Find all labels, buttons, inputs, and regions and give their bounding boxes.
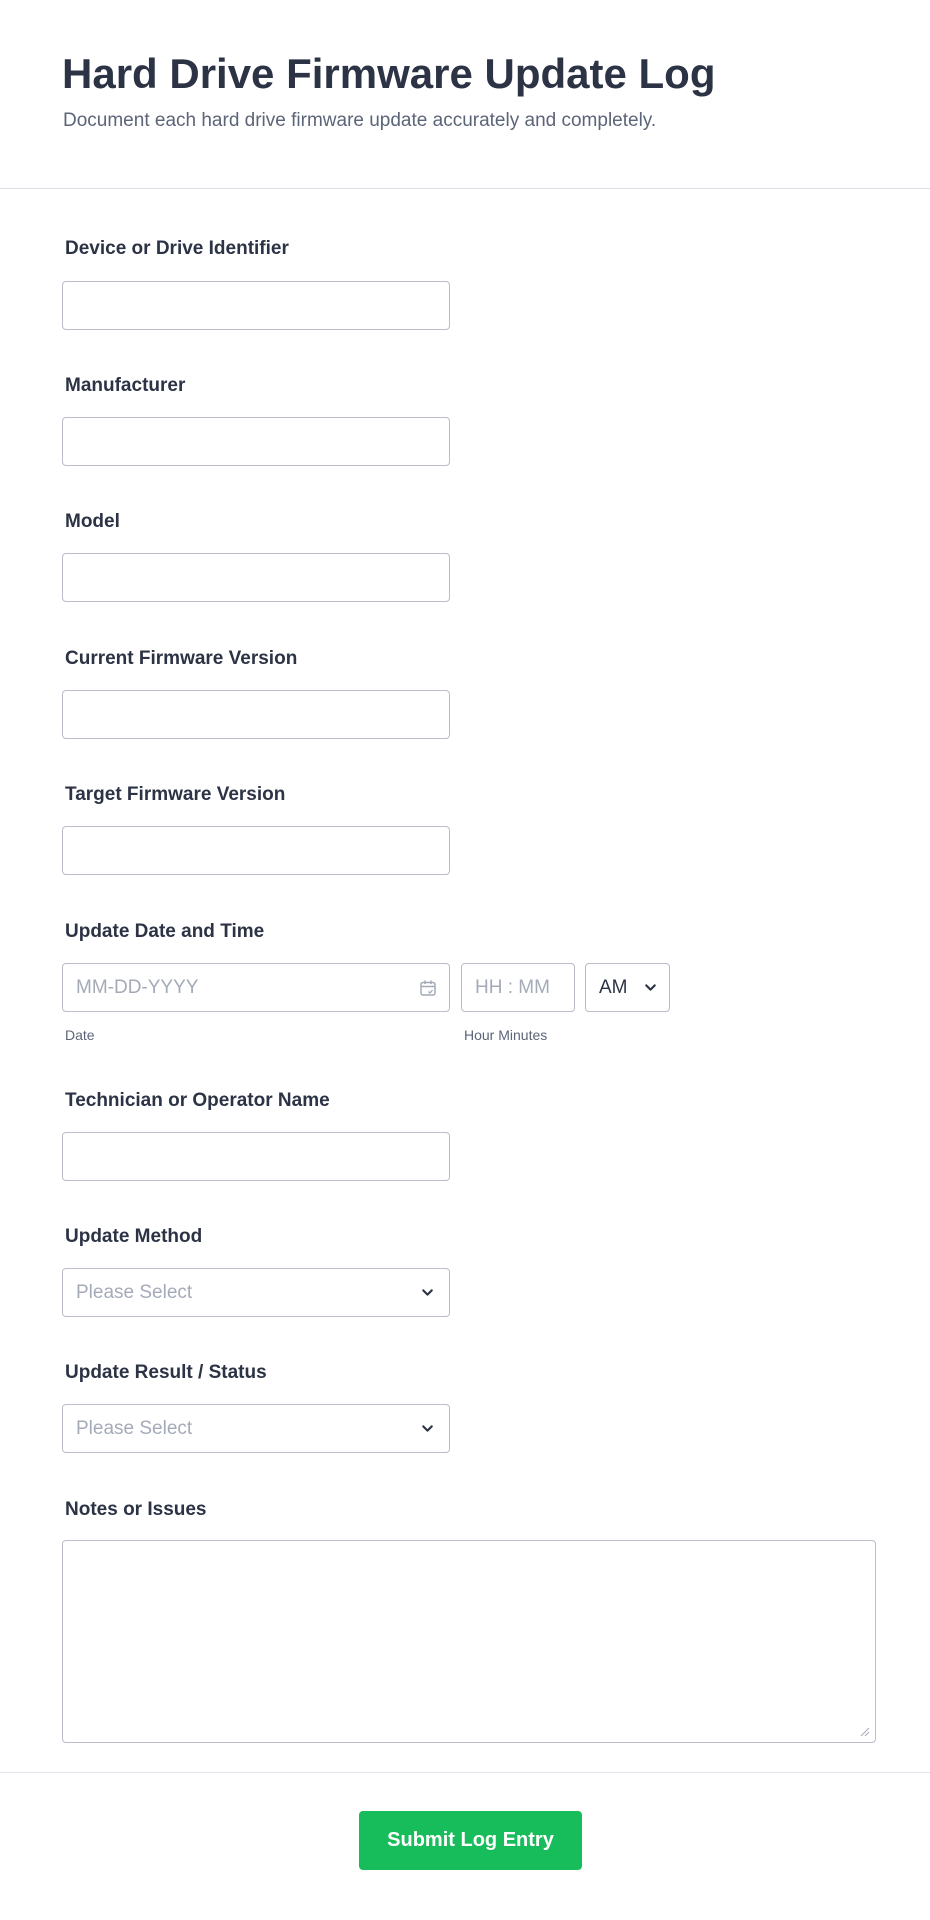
ampm-select[interactable]: AM <box>585 963 670 1012</box>
current-firmware-label: Current Firmware Version <box>65 648 298 669</box>
target-firmware-input[interactable] <box>62 826 450 875</box>
device-identifier-label: Device or Drive Identifier <box>65 238 289 259</box>
update-result-placeholder: Please Select <box>76 1418 193 1439</box>
model-input[interactable] <box>62 553 450 602</box>
resize-grip-icon[interactable] <box>858 1725 870 1737</box>
form-header: Hard Drive Firmware Update Log Document … <box>0 0 930 189</box>
notes-label: Notes or Issues <box>65 1499 207 1520</box>
update-method-select[interactable]: Please Select <box>62 1268 450 1317</box>
target-firmware-label: Target Firmware Version <box>65 784 286 805</box>
submit-button[interactable]: Submit Log Entry <box>359 1811 582 1870</box>
update-result-label: Update Result / Status <box>65 1362 267 1383</box>
update-datetime-label: Update Date and Time <box>65 921 265 942</box>
update-method-placeholder: Please Select <box>76 1282 193 1303</box>
update-method-label: Update Method <box>65 1226 203 1247</box>
chevron-down-icon <box>422 1425 433 1432</box>
manufacturer-input[interactable] <box>62 417 450 466</box>
time-input[interactable] <box>461 963 575 1012</box>
form-subtitle: Document each hard drive firmware update… <box>63 110 657 131</box>
notes-textarea[interactable] <box>62 1540 876 1743</box>
current-firmware-input[interactable] <box>62 690 450 739</box>
model-label: Model <box>65 511 120 532</box>
update-result-select[interactable]: Please Select <box>62 1404 450 1453</box>
manufacturer-label: Manufacturer <box>65 375 186 396</box>
device-identifier-input[interactable] <box>62 281 450 330</box>
ampm-value: AM <box>599 977 628 998</box>
technician-label: Technician or Operator Name <box>65 1090 330 1111</box>
time-sublabel: Hour Minutes <box>464 1027 548 1043</box>
chevron-down-icon <box>645 984 656 991</box>
footer-divider <box>0 1772 930 1773</box>
calendar-icon[interactable] <box>419 979 437 997</box>
form-title: Hard Drive Firmware Update Log <box>62 50 716 97</box>
technician-input[interactable] <box>62 1132 450 1181</box>
date-sublabel: Date <box>65 1027 95 1043</box>
date-input[interactable] <box>62 963 450 1012</box>
chevron-down-icon <box>422 1289 433 1296</box>
